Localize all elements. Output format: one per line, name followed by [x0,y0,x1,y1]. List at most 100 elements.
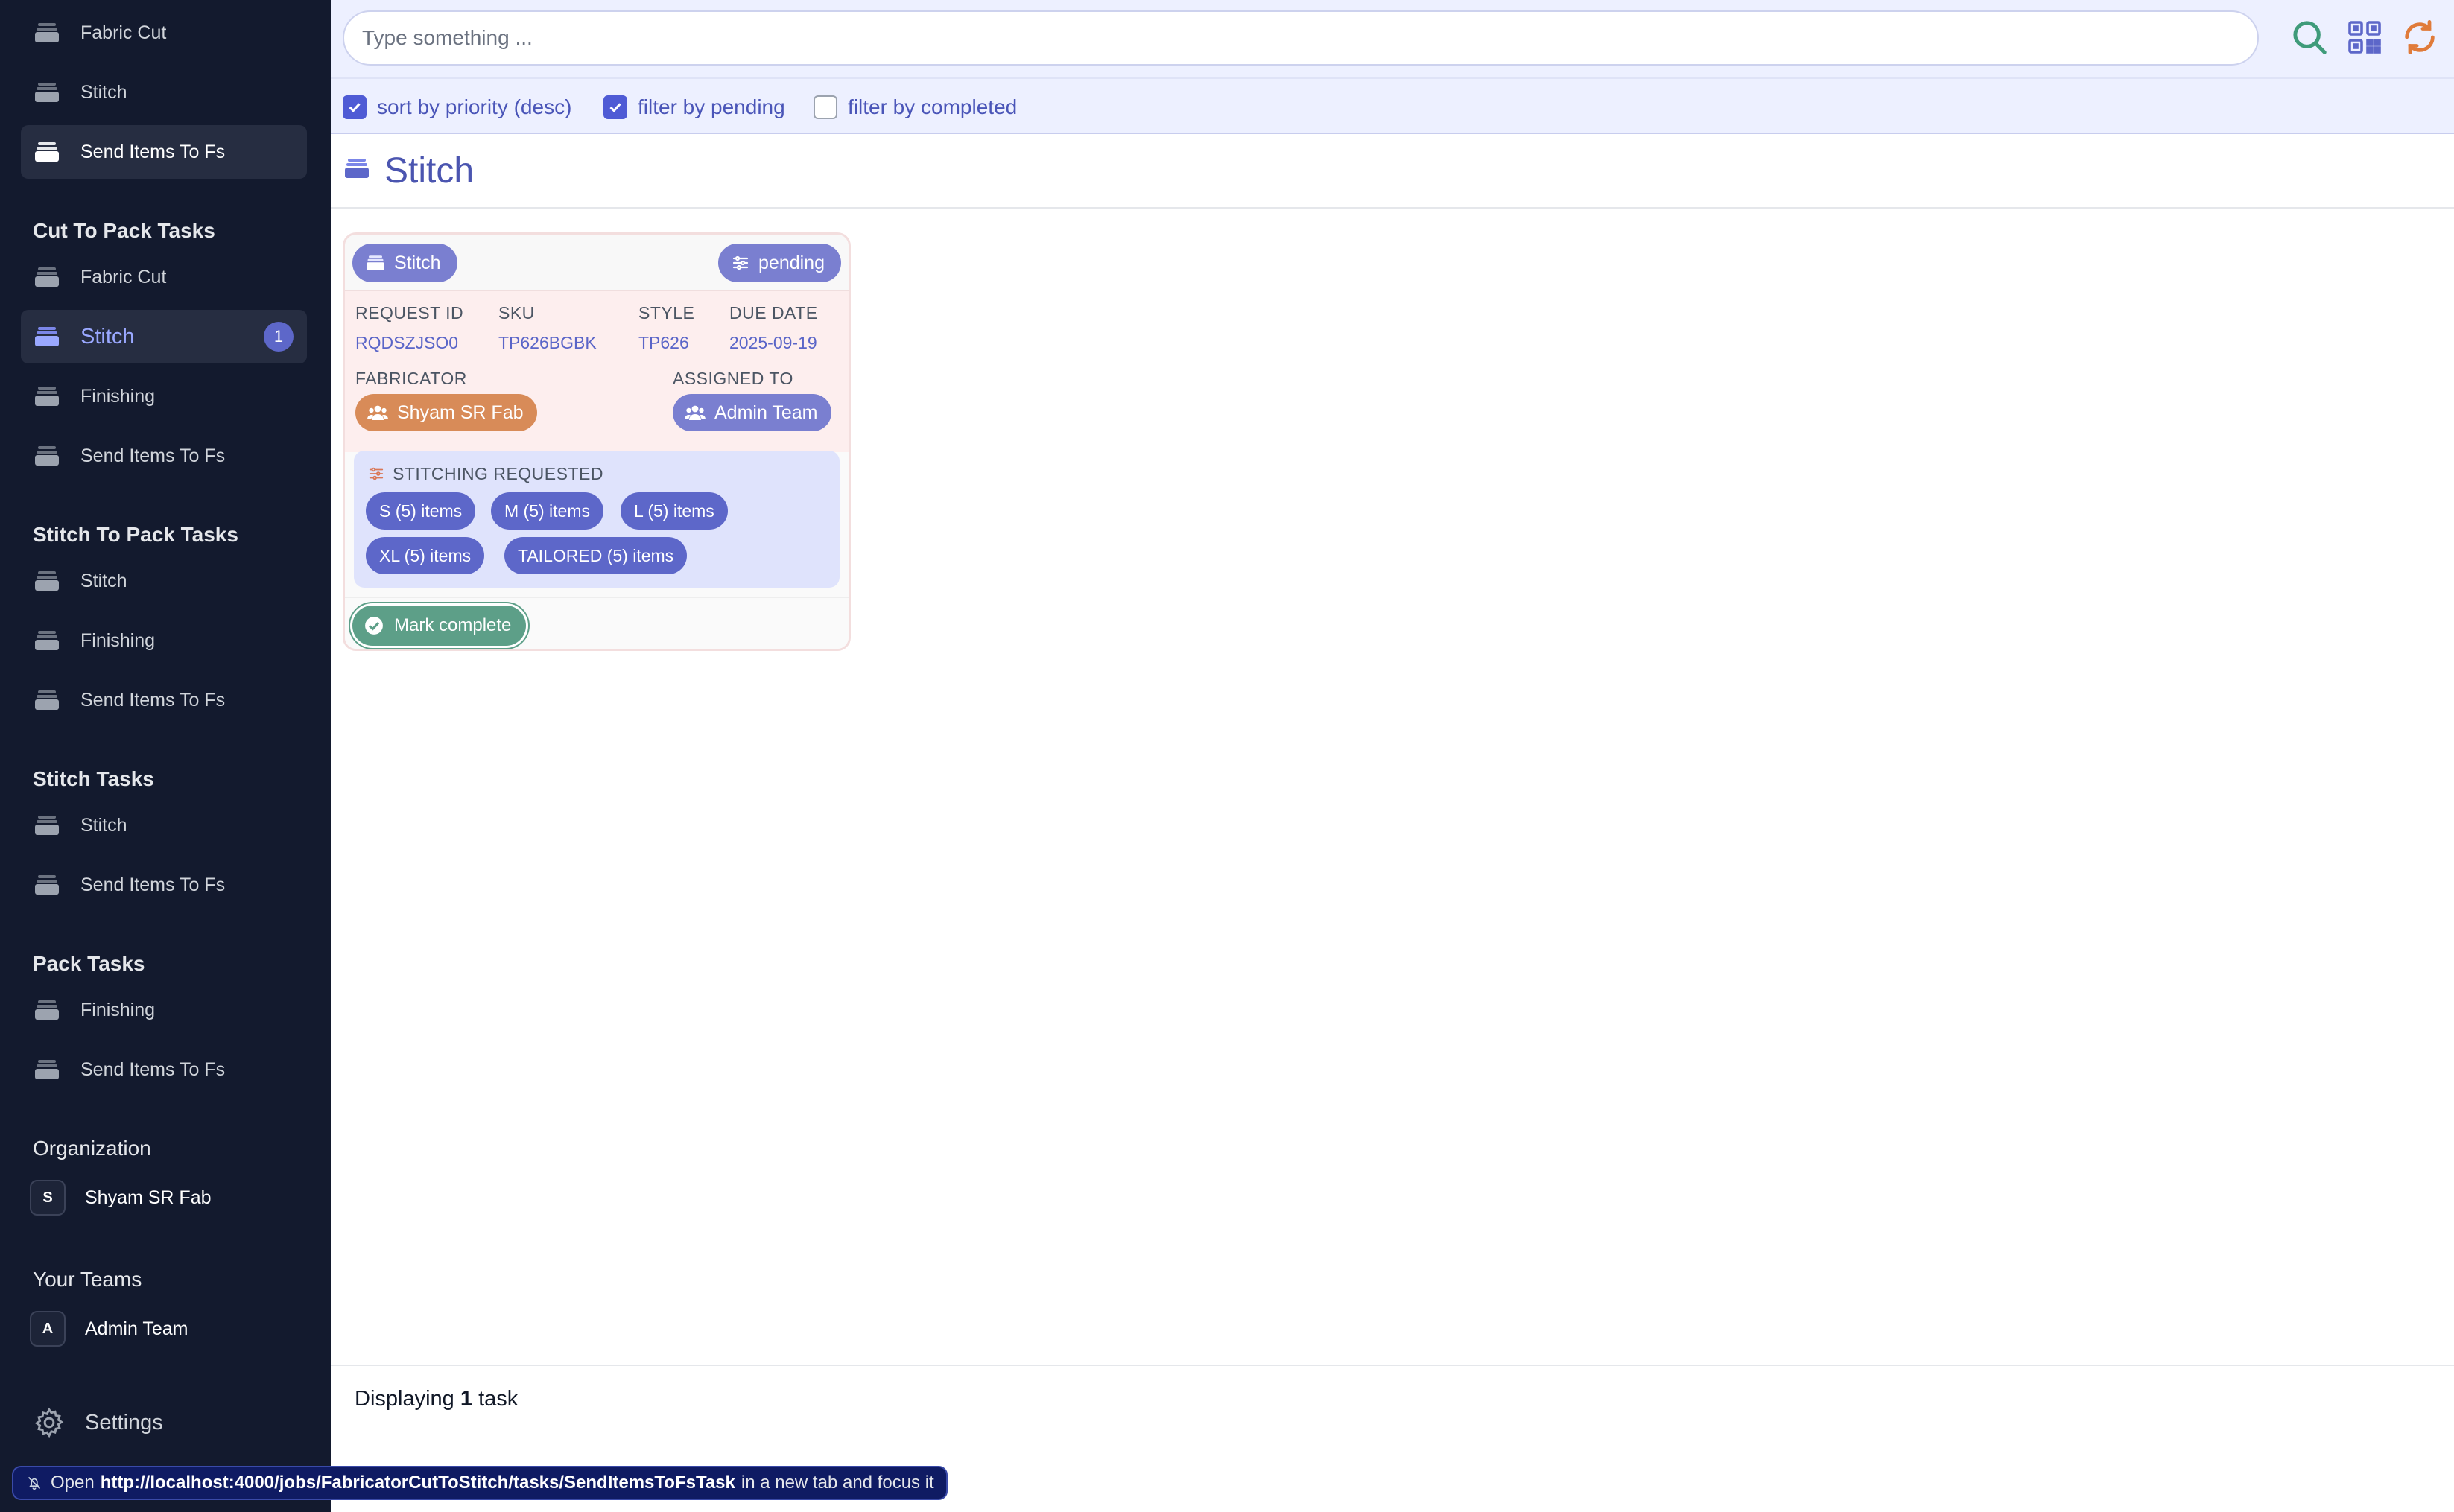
sidebar-item-label: Stitch [80,324,135,349]
sidebar-item-label: Finishing [80,629,156,651]
users-icon [685,405,706,420]
search-icon[interactable] [2287,15,2332,60]
main-content: sort by priority (desc) filter by pendin… [331,0,2454,1512]
sidebar-item-finishing[interactable]: Finishing [21,369,307,423]
sliders-icon [369,467,384,480]
sidebar-item-finishing[interactable]: Finishing [21,983,307,1037]
section-title-stitch-tasks: Stitch Tasks [33,767,154,790]
page-header: Stitch [331,134,2454,209]
sidebar-item-label: Send Items To Fs [80,1058,226,1080]
tray-icon [35,571,59,591]
sku-label: SKU [498,303,535,323]
sidebar-item-stitch[interactable]: Stitch [21,66,307,119]
sidebar-item-label: Finishing [80,999,156,1020]
avatar: A [30,1311,66,1347]
sidebar-item-stitch[interactable]: Stitch [21,554,307,608]
gear-icon [34,1407,64,1438]
team-name: Admin Team [85,1318,188,1339]
users-icon [367,405,388,420]
avatar: S [30,1180,66,1216]
top-bar [331,0,2454,77]
tray-icon [35,690,59,710]
sidebar-item-send-items-to-fs[interactable]: Send Items To Fs [21,125,307,179]
qr-code-icon[interactable] [2342,15,2387,60]
status-url: http://localhost:4000/jobs/FabricatorCut… [100,1473,735,1493]
section-title-cut-to-pack: Cut To Pack Tasks [33,219,215,242]
tray-icon [35,142,59,162]
sidebar-item-label: Stitch [80,81,127,103]
tray-icon [35,1060,59,1079]
tray-icon [367,255,384,270]
assigned-team-badge: Admin Team [673,394,831,431]
checkbox-checked[interactable] [603,95,627,119]
filter-pending-checkbox[interactable]: filter by pending [603,95,785,119]
check-icon [609,103,621,112]
size-chip: L (5) items [621,492,728,530]
task-card[interactable]: Stitch pending REQUEST ID RQDSZJSO0 SKU … [343,232,851,651]
section-title-pack-tasks: Pack Tasks [33,952,145,975]
status-suffix: in a new tab and focus it [741,1473,934,1493]
refresh-icon[interactable] [2397,15,2442,60]
team-item[interactable]: A Admin Team [30,1311,188,1347]
status-badge: pending [718,244,841,282]
status-label: pending [758,252,825,273]
sort-priority-checkbox[interactable]: sort by priority (desc) [343,95,571,119]
checkbox-label: filter by completed [848,95,1018,118]
tray-icon [35,327,59,346]
settings-label: Settings [85,1410,163,1435]
checkbox-label: filter by pending [638,95,785,118]
bell-slash-icon [28,1476,41,1490]
card-header: Stitch pending [345,235,849,291]
sidebar-item-send-items-to-fs[interactable]: Send Items To Fs [21,429,307,483]
size-chip: XL (5) items [366,537,485,574]
task-count-prefix: Displaying [355,1387,454,1411]
tray-icon [35,816,59,835]
organization-item[interactable]: S Shyam SR Fab [30,1180,212,1216]
sidebar-item-label: Stitch [80,570,127,591]
card-details: REQUEST ID RQDSZJSO0 SKU TP626BGBK STYLE… [345,291,849,452]
sidebar-item-stitch[interactable]: Stitch [21,798,307,852]
sidebar-item-stitch-active[interactable]: Stitch 1 [21,310,307,363]
sidebar-item-label: Fabric Cut [80,22,167,43]
settings-link[interactable]: Settings [33,1406,163,1439]
tray-icon [35,83,59,102]
sidebar-item-fabric-cut[interactable]: Fabric Cut [21,6,307,60]
tray-icon [35,23,59,42]
sidebar-item-send-items-to-fs[interactable]: Send Items To Fs [21,858,307,912]
search-input[interactable] [343,10,2259,66]
sidebar-item-send-items-to-fs[interactable]: Send Items To Fs [21,673,307,727]
tray-icon [35,631,59,650]
sidebar-item-finishing[interactable]: Finishing [21,614,307,667]
tray-icon [345,159,369,178]
sidebar-item-label: Fabric Cut [80,266,167,288]
mark-complete-button[interactable]: Mark complete [352,606,527,646]
check-circle-icon [365,617,383,635]
section-title-your-teams: Your Teams [33,1268,142,1291]
sidebar-item-send-items-to-fs[interactable]: Send Items To Fs [21,1043,307,1096]
sidebar-item-fabric-cut[interactable]: Fabric Cut [21,250,307,304]
tray-icon [35,1000,59,1020]
link-status-bar: Open http://localhost:4000/jobs/Fabricat… [12,1466,948,1500]
sidebar-item-label: Stitch [80,814,127,836]
sidebar-item-label: Send Items To Fs [80,445,226,466]
assigned-team-name: Admin Team [714,401,818,423]
checkbox-label: sort by priority (desc) [377,95,572,118]
stitching-requested-title: STITCHING REQUESTED [393,464,603,483]
size-chip: TAILORED (5) items [504,537,688,574]
sidebar-item-label: Finishing [80,385,156,407]
mark-complete-label: Mark complete [394,615,512,635]
filter-bar: sort by priority (desc) filter by pendin… [331,77,2454,134]
size-chip: M (5) items [491,492,603,530]
request-id-value: RQDSZJSO0 [355,333,459,352]
stitching-requested-panel: STITCHING REQUESTED S (5) items M (5) it… [354,451,840,588]
filter-completed-checkbox[interactable]: filter by completed [814,95,1017,119]
section-title-stitch-to-pack: Stitch To Pack Tasks [33,523,238,546]
checkbox-checked[interactable] [343,95,367,119]
due-date-value: 2025-09-19 [729,333,817,352]
checkbox-unchecked[interactable] [814,95,837,119]
style-label: STYLE [638,303,695,323]
check-icon [349,103,361,112]
sku-value: TP626BGBK [498,333,597,352]
style-value: TP626 [638,333,689,352]
task-count-text: Displaying 1 task [355,1387,518,1411]
